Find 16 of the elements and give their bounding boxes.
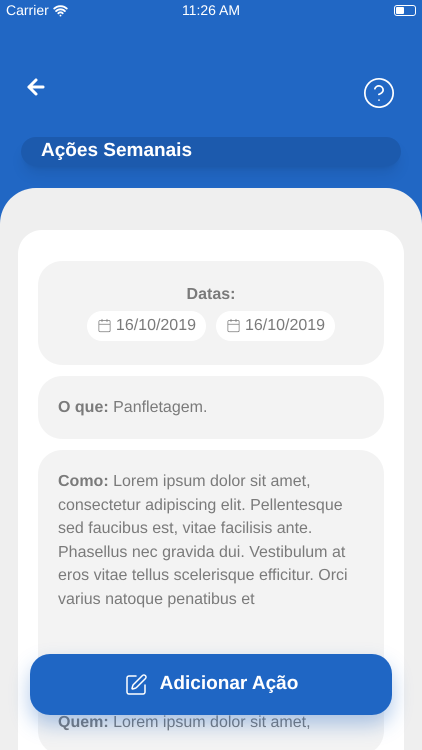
info-text: Quem: Lorem ipsum dolor sit amet, <box>58 713 312 733</box>
calendar-icon <box>226 318 241 333</box>
add-action-button[interactable]: Adicionar Ação <box>30 654 392 715</box>
help-button[interactable] <box>362 76 396 110</box>
info-text: O que: Panfletagem. <box>58 398 208 418</box>
edit-icon <box>124 672 148 696</box>
calendar-icon <box>96 318 112 333</box>
clock-time: 11:26 AM <box>182 1 240 20</box>
date-chip[interactable]: 16/10/2019 <box>216 310 336 340</box>
battery-icon <box>394 5 416 16</box>
wifi-icon <box>52 3 68 18</box>
info-text: Como: Lorem ipsum dolor sit amet, consectetur adipiscing elit. Pellentesque sed faucibus est, vitae facilisis ante. Phasellus nec gravida dui. Vestibulum at eros vitae tellus scelerisque efficitur. Orci varius natoque penatibus et <box>58 472 349 610</box>
page-title: Ações Semanais <box>41 139 192 163</box>
carrier-name: Carrier <box>6 1 49 20</box>
date-chip[interactable]: 16/10/2019 <box>86 310 206 340</box>
dates-label: Datas: <box>186 284 236 304</box>
